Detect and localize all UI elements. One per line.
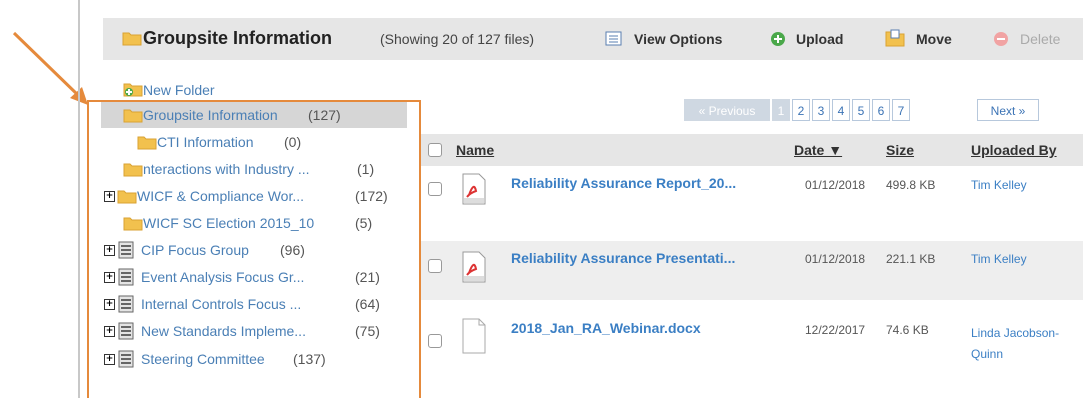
upload-button[interactable]: Upload <box>796 31 843 47</box>
folder-icon <box>137 136 157 150</box>
pager-previous[interactable]: « Previous <box>684 99 770 121</box>
file-name-link[interactable]: 2018_Jan_RA_Webinar.docx <box>511 320 701 336</box>
pager-page-6[interactable]: 6 <box>872 99 890 121</box>
pdf-icon <box>462 173 486 205</box>
expand-icon[interactable]: + <box>104 272 115 283</box>
pager-page-4[interactable]: 4 <box>832 99 850 121</box>
pager-page-7[interactable]: 7 <box>892 99 910 121</box>
tree-item-count: (137) <box>293 351 326 367</box>
file-size: 499.8 KB <box>886 178 936 192</box>
file-name-link[interactable]: Reliability Assurance Report_20... <box>511 175 736 191</box>
group-icon <box>118 295 134 313</box>
uploader-link[interactable]: Tim Kelley <box>971 178 1027 192</box>
file-date: 12/22/2017 <box>805 323 866 337</box>
column-header-date[interactable]: Date ▼ <box>794 142 842 158</box>
column-header-size[interactable]: Size <box>886 142 914 158</box>
pager-page-2[interactable]: 2 <box>792 99 810 121</box>
tree-item-steering-committee[interactable]: Steering Committee <box>141 351 265 367</box>
document-icon <box>462 318 486 354</box>
group-icon <box>118 241 134 259</box>
expand-icon[interactable]: + <box>104 299 115 310</box>
new-folder-link[interactable]: New Folder <box>143 82 215 98</box>
move-icon <box>885 29 905 47</box>
tree-item-count: (172) <box>355 188 388 204</box>
tree-item-count: (0) <box>284 134 302 150</box>
move-button[interactable]: Move <box>916 31 952 47</box>
folder-icon <box>122 32 142 46</box>
delete-button[interactable]: Delete <box>1020 31 1060 47</box>
pager-page-1[interactable]: 1 <box>772 99 790 121</box>
group-icon <box>118 350 134 368</box>
view-options-button[interactable]: View Options <box>634 31 722 47</box>
tree-item-event-analysis[interactable]: Event Analysis Focus Gr... <box>141 269 304 285</box>
pager-next[interactable]: Next » <box>977 99 1039 121</box>
column-header-name[interactable]: Name <box>456 142 494 158</box>
folder-icon <box>123 163 143 177</box>
tree-item-count: (96) <box>280 242 305 258</box>
annotation-arrow <box>12 31 88 105</box>
row-checkbox[interactable] <box>428 259 442 273</box>
tree-item-cip-focus-group[interactable]: CIP Focus Group <box>141 242 249 258</box>
tree-item-count: (1) <box>357 161 375 177</box>
expand-icon[interactable]: + <box>104 245 115 256</box>
file-date: 01/12/2018 <box>805 178 866 192</box>
expand-icon[interactable]: + <box>104 326 115 337</box>
file-name-link[interactable]: Reliability Assurance Presentati... <box>511 250 735 266</box>
pager-page-5[interactable]: 5 <box>852 99 870 121</box>
row-checkbox[interactable] <box>428 334 442 348</box>
folder-icon <box>117 190 137 204</box>
tree-item-internal-controls[interactable]: Internal Controls Focus ... <box>141 296 301 312</box>
tree-item-count: (75) <box>355 323 380 339</box>
row-checkbox[interactable] <box>428 182 442 196</box>
folder-icon <box>123 109 143 123</box>
pager-page-3[interactable]: 3 <box>812 99 830 121</box>
column-header-uploaded-by[interactable]: Uploaded By <box>971 142 1057 158</box>
tree-item-wicf-sc-election[interactable]: WICF SC Election 2015_10 <box>143 215 314 231</box>
upload-icon <box>771 32 785 46</box>
group-icon <box>118 268 134 286</box>
uploader-link[interactable]: Linda Jacobson-Quinn <box>971 323 1079 365</box>
tree-item-cti-information[interactable]: CTI Information <box>157 134 253 150</box>
file-size: 221.1 KB <box>886 252 936 266</box>
uploader-link[interactable]: Tim Kelley <box>971 252 1027 266</box>
tree-item-groupsite-information[interactable]: Groupsite Information <box>143 107 278 123</box>
pdf-icon <box>462 251 486 283</box>
file-count-text: (Showing 20 of 127 files) <box>380 31 535 47</box>
file-size: 74.6 KB <box>886 323 929 337</box>
panel-divider <box>78 0 80 398</box>
tree-item-count: (21) <box>355 269 380 285</box>
tree-item-count: (5) <box>355 215 373 231</box>
expand-icon[interactable]: + <box>104 354 115 365</box>
tree-item-count: (64) <box>355 296 380 312</box>
tree-item-new-standards[interactable]: New Standards Impleme... <box>141 323 306 339</box>
tree-item-count: (127) <box>308 107 341 123</box>
group-icon <box>118 322 134 340</box>
delete-icon <box>994 32 1008 46</box>
new-folder-icon <box>123 83 143 97</box>
tree-item-wicf-compliance[interactable]: WICF & Compliance Wor... <box>137 188 304 204</box>
file-date: 01/12/2018 <box>805 252 866 266</box>
select-all-checkbox[interactable] <box>428 143 442 157</box>
tree-item-interactions-with-industry[interactable]: nteractions with Industry ... <box>143 161 310 177</box>
view-options-icon <box>605 31 622 46</box>
folder-icon <box>123 217 143 231</box>
expand-icon[interactable]: + <box>104 191 115 202</box>
page-title: Groupsite Information <box>143 28 332 48</box>
